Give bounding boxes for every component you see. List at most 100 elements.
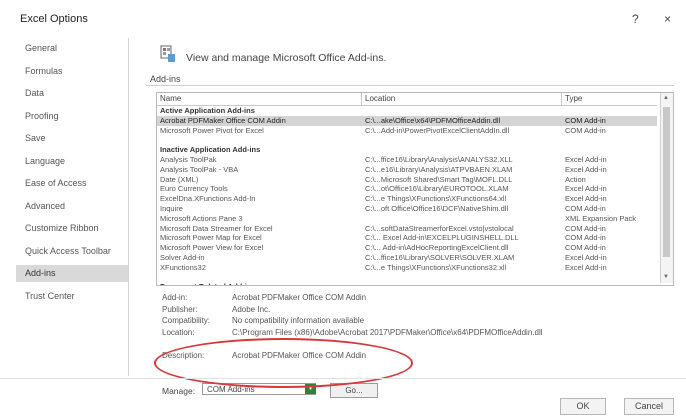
cell-location: C:\...Add-in\PowerPivotExcelClientAddIn.… bbox=[365, 125, 510, 135]
detail-row: Publisher: Adobe Inc. bbox=[162, 304, 662, 315]
cell-location: C:\... Excel Add-in\EXCELPLUGINSHELL.DLL bbox=[365, 233, 519, 243]
table-row[interactable]: Inquire C:\...oft Office\Office16\DCF\Nat… bbox=[157, 204, 657, 214]
cell-name: ExcelDna.XFunctions Add-In bbox=[160, 194, 256, 204]
column-location[interactable]: Location bbox=[362, 93, 562, 105]
cell-type: COM Add-in bbox=[565, 243, 606, 253]
cell-name: Document Related Add-ins bbox=[160, 282, 360, 285]
table-row[interactable]: Euro Currency Tools C:\...ot\Office16\Lib… bbox=[157, 184, 657, 194]
detail-row: Location: C:\Program Files (x86)\Adobe\Ac… bbox=[162, 327, 662, 338]
scroll-thumb[interactable] bbox=[663, 107, 670, 257]
cell-name: Microsoft Power Pivot for Excel bbox=[160, 125, 264, 135]
manage-select[interactable]: COM Add-ins bbox=[202, 383, 316, 395]
cell-type: Excel Add-in bbox=[565, 155, 607, 164]
detail-value: C:\Program Files (x86)\Adobe\Acrobat 201… bbox=[232, 327, 543, 337]
chevron-down-icon[interactable]: ▼ bbox=[305, 384, 316, 394]
sidebar-item-add-ins[interactable]: Add-ins bbox=[16, 265, 128, 282]
cell-type: COM Add-in bbox=[565, 115, 606, 125]
sidebar-item-save[interactable]: Save bbox=[16, 130, 128, 147]
options-sidebar: General Formulas Data Proofing Save Language E… bbox=[16, 38, 129, 376]
detail-row: Compatibility: No compatibility informati… bbox=[162, 315, 662, 326]
cell-name: XFunctions32 bbox=[160, 262, 206, 272]
detail-value: No compatibility information available bbox=[232, 316, 365, 325]
sidebar-item-language[interactable]: Language bbox=[16, 153, 128, 170]
cell-location: C:\...oft Office\Office16\DCF\NativeShim… bbox=[365, 204, 509, 213]
divider bbox=[0, 378, 686, 379]
cell-type: Excel Add-in bbox=[565, 253, 607, 262]
table-row[interactable]: Microsoft Power Map for Excel C:\... Exce… bbox=[157, 233, 657, 243]
scroll-up-icon[interactable]: ▲ bbox=[663, 95, 669, 101]
excel-options-dialog: Excel Options ? × General Formulas Data Pro… bbox=[0, 0, 686, 418]
cell-name: Microsoft Power Map for Excel bbox=[160, 233, 262, 243]
table-row[interactable]: Analysis ToolPak C:\...ffice16\Library\An… bbox=[157, 155, 657, 165]
detail-row: Add-in: Acrobat PDFMaker Office COM Addin bbox=[162, 292, 662, 303]
panel-header: View and manage Microsoft Office Add-ins… bbox=[186, 52, 387, 64]
detail-row: Description: Acrobat PDFMaker Office COM … bbox=[162, 350, 662, 361]
cell-type: Excel Add-in bbox=[565, 184, 607, 194]
detail-value: Adobe Inc. bbox=[232, 304, 271, 314]
table-row[interactable]: XFunctions32 C:\...e Things\XFunctions\XF… bbox=[157, 263, 657, 273]
help-button[interactable]: ? bbox=[632, 12, 639, 26]
sidebar-item-ease-of-access[interactable]: Ease of Access bbox=[16, 175, 128, 192]
add-ins-panel: View and manage Microsoft Office Add-ins… bbox=[140, 38, 680, 398]
cell-name: Euro Currency Tools bbox=[160, 184, 228, 194]
cell-location: C:\...ake\Office\x64\PDFMOfficeAddin.dll bbox=[365, 115, 501, 125]
group-header: Inactive Application Add-ins bbox=[157, 145, 657, 155]
cell-type: Action bbox=[565, 174, 586, 184]
scroll-down-icon[interactable]: ▼ bbox=[663, 274, 669, 280]
cell-location: C:\... Add-in\AdHocReportingExcelClient.… bbox=[365, 243, 509, 253]
sidebar-item-quick-access-toolbar[interactable]: Quick Access Toolbar bbox=[16, 243, 128, 260]
cell-name: Inactive Application Add-ins bbox=[160, 145, 261, 155]
sidebar-item-general[interactable]: General bbox=[16, 40, 128, 57]
column-name[interactable]: Name bbox=[157, 93, 362, 105]
column-type[interactable]: Type bbox=[562, 93, 657, 105]
cell-location: C:\...ffice16\Library\Analysis\ANALYS32.… bbox=[365, 155, 513, 164]
dialog-title: Excel Options bbox=[20, 13, 88, 25]
detail-value: Acrobat PDFMaker Office COM Addin bbox=[232, 293, 367, 302]
table-row[interactable]: Analysis ToolPak - VBA C:\...e16\Library\… bbox=[157, 165, 657, 175]
sidebar-item-proofing[interactable]: Proofing bbox=[16, 108, 128, 125]
cell-type: COM Add-in bbox=[565, 223, 606, 233]
sidebar-item-formulas[interactable]: Formulas bbox=[16, 63, 128, 80]
table-row[interactable]: Solver Add-in C:\...ffice16\Library\SOLVE… bbox=[157, 253, 657, 263]
add-ins-grid[interactable]: Name Location Type Active Application Ad… bbox=[156, 92, 674, 286]
cell-location: C:\...ffice16\Library\SOLVER\SOLVER.XLAM bbox=[365, 253, 515, 262]
cell-location: C:\...e Things\XFunctions\XFunctions64.x… bbox=[365, 194, 507, 204]
column-name-label: Name bbox=[160, 94, 182, 103]
column-type-label: Type bbox=[565, 94, 583, 103]
cell-type: Excel Add-in bbox=[565, 194, 607, 204]
cell-type: XML Expansion Pack bbox=[565, 213, 637, 223]
table-row[interactable]: Microsoft Data Streamer for Excel C:\...s… bbox=[157, 224, 657, 234]
table-row[interactable]: Microsoft Power Pivot for Excel C:\...Add… bbox=[157, 126, 657, 136]
cell-name: Solver Add-in bbox=[160, 253, 205, 262]
cell-name: Microsoft Power View for Excel bbox=[160, 243, 264, 253]
cell-location: C:\...softDataStreamerforExcel.vsto|vsto… bbox=[365, 223, 514, 233]
group-header: Active Application Add-ins bbox=[157, 106, 657, 116]
table-row[interactable]: Acrobat PDFMaker Office COM Addin C:\...a… bbox=[157, 115, 657, 126]
sidebar-item-trust-center[interactable]: Trust Center bbox=[16, 288, 128, 305]
cell-location: C:\...ot\Office16\Library\EUROTOOL.XLAM bbox=[365, 184, 509, 194]
grid-scrollbar[interactable]: ▲ ▼ bbox=[660, 93, 673, 283]
cell-name: Microsoft Data Streamer for Excel bbox=[160, 223, 273, 233]
table-row[interactable]: Date (XML) C:\...Microsoft Shared\Smart T… bbox=[157, 175, 657, 185]
cell-name: Date (XML) bbox=[160, 174, 199, 184]
detail-value: Acrobat PDFMaker Office COM Addin bbox=[232, 350, 367, 360]
sidebar-item-customize-ribbon[interactable]: Customize Ribbon bbox=[16, 220, 128, 237]
go-button[interactable]: Go... bbox=[330, 383, 378, 398]
table-row[interactable]: Microsoft Power View for Excel C:\... Add… bbox=[157, 243, 657, 253]
column-location-label: Location bbox=[365, 94, 396, 103]
cell-type: Excel Add-in bbox=[565, 262, 607, 272]
close-button[interactable]: × bbox=[664, 12, 671, 26]
title-bar: Excel Options ? × bbox=[0, 0, 686, 42]
table-row[interactable]: ExcelDna.XFunctions Add-In C:\...e Things… bbox=[157, 194, 657, 204]
cancel-button[interactable]: Cancel bbox=[624, 398, 674, 415]
grid-header: Name Location Type bbox=[157, 93, 657, 106]
group-header: Document Related Add-ins bbox=[157, 282, 657, 285]
table-row[interactable]: Microsoft Actions Pane 3 XML Expansion Pa… bbox=[157, 214, 657, 224]
ok-button[interactable]: OK bbox=[560, 398, 606, 415]
detail-label: Compatibility: bbox=[162, 316, 211, 325]
sidebar-item-data[interactable]: Data bbox=[16, 85, 128, 102]
sidebar-item-advanced[interactable]: Advanced bbox=[16, 198, 128, 215]
detail-label: Location: bbox=[162, 327, 195, 337]
cell-type: COM Add-in bbox=[565, 125, 606, 135]
table-row bbox=[157, 135, 657, 145]
